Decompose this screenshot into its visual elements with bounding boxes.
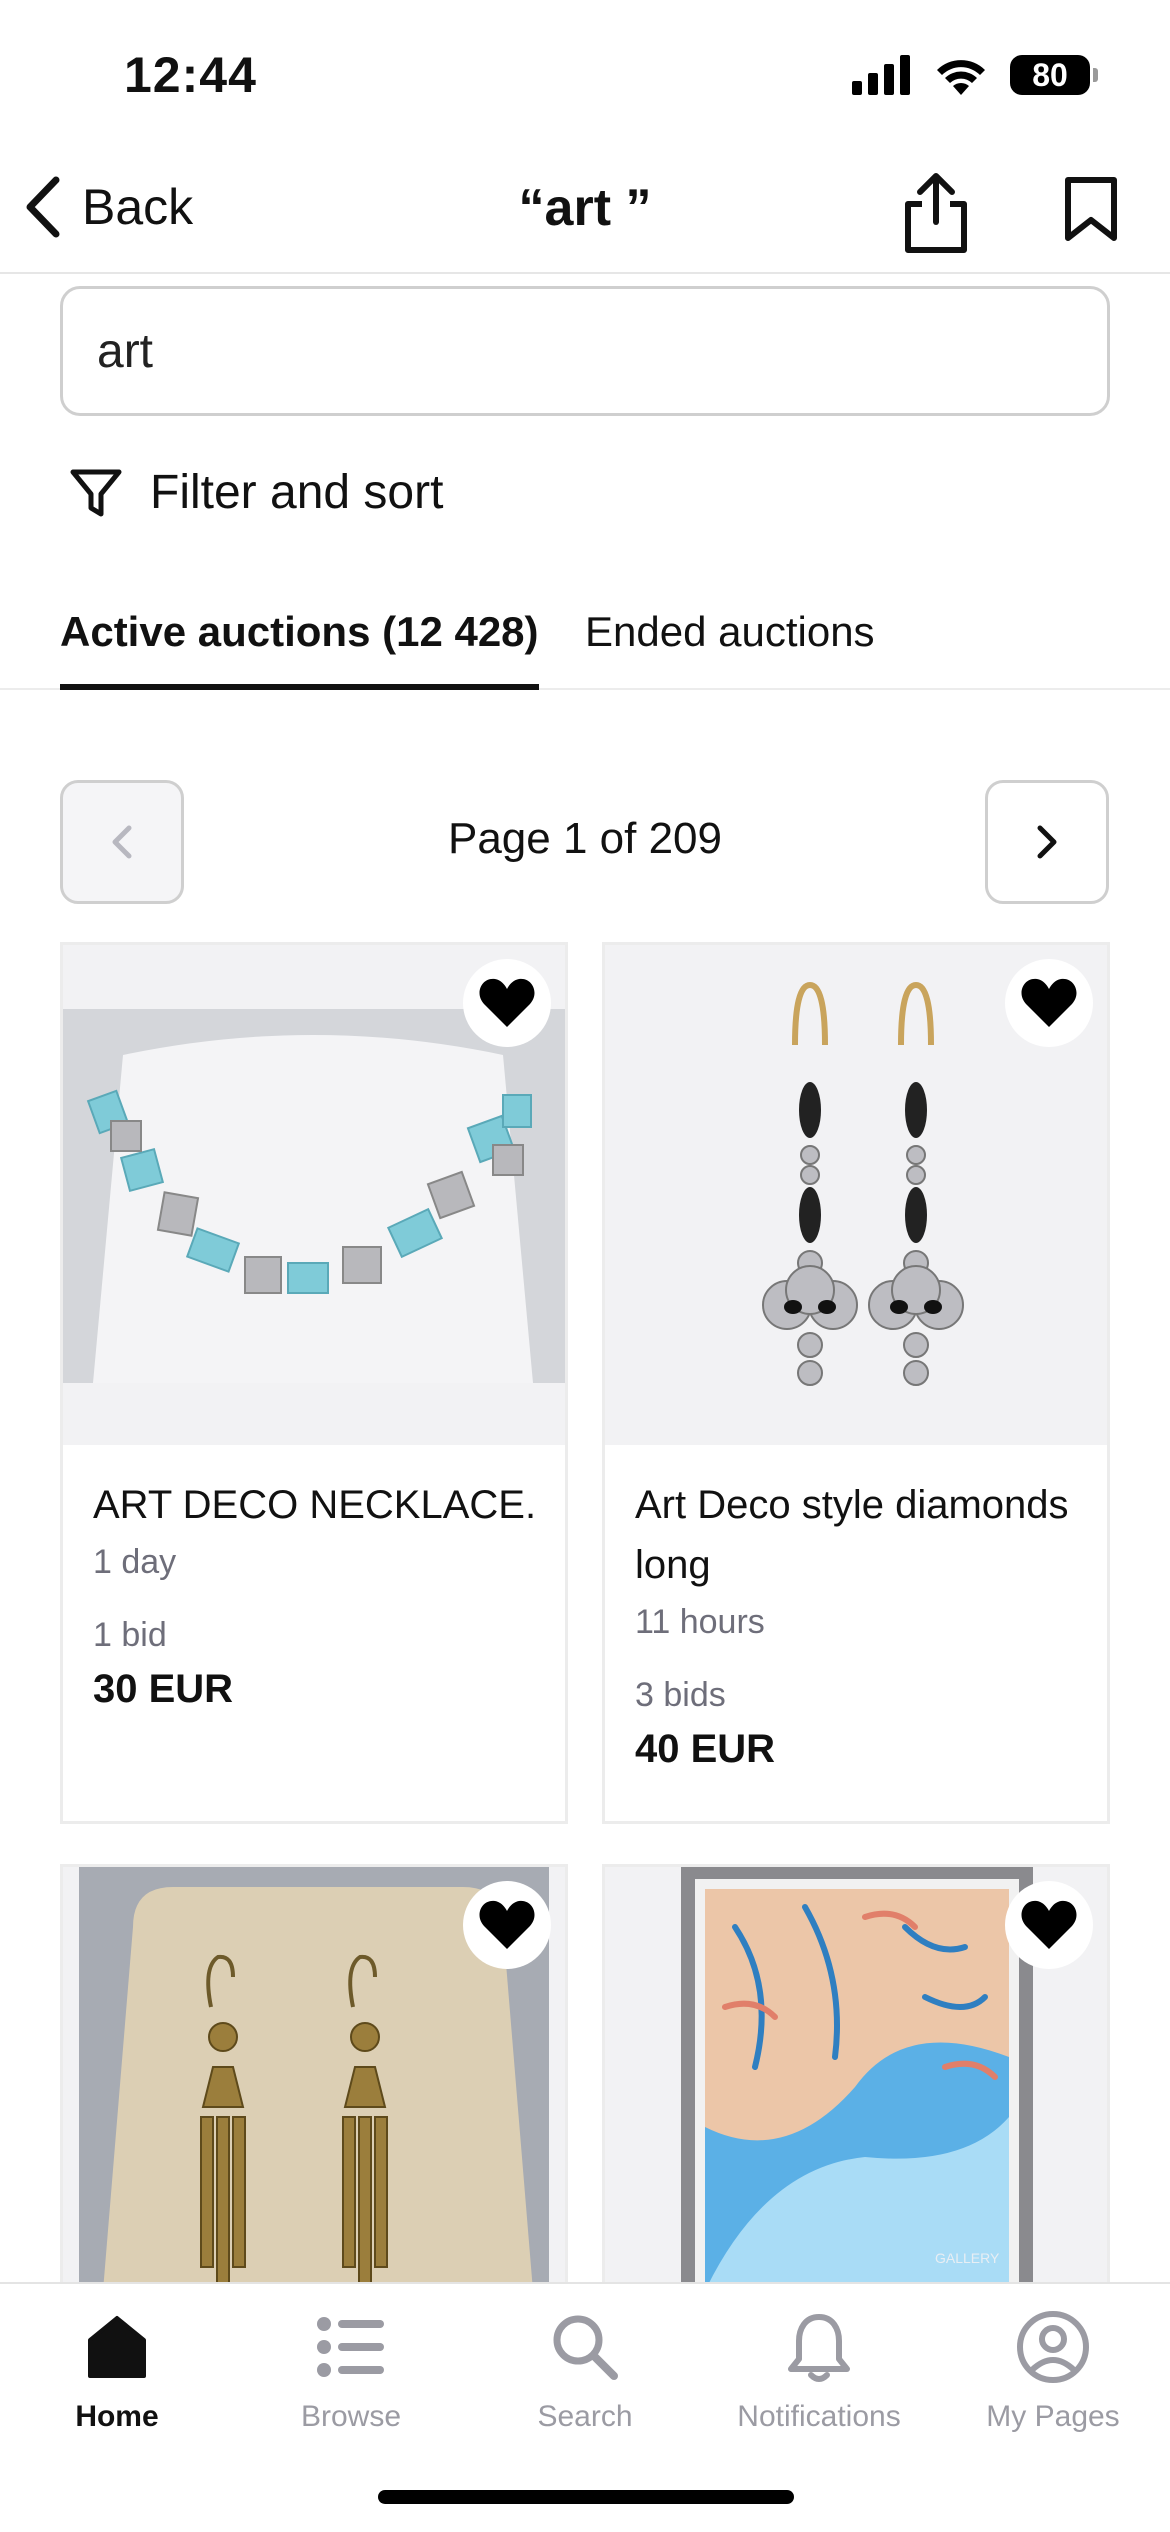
favorite-button[interactable] — [463, 959, 551, 1047]
listing-price: 40 EUR — [635, 1727, 776, 1771]
listing-bids: 1 bid — [93, 1616, 167, 1654]
tab-browse[interactable]: Browse — [234, 2302, 468, 2434]
listing-card[interactable]: ART DECO NECKLACE. 1 day 1 bid 30 EUR — [60, 942, 568, 1824]
favorite-button[interactable] — [1005, 1881, 1093, 1969]
status-icons: 80 — [852, 55, 1098, 95]
home-icon — [88, 2316, 146, 2378]
search-input-value: art — [97, 324, 154, 378]
tab-ended-auctions[interactable]: Ended auctions — [585, 608, 875, 684]
listing-price: 30 EUR — [93, 1667, 234, 1711]
tab-my-pages[interactable]: My Pages — [936, 2302, 1170, 2434]
home-indicator — [378, 2490, 794, 2504]
wifi-icon — [937, 60, 985, 95]
chevron-right-icon — [1037, 825, 1057, 859]
tab-notifications-label: Notifications — [737, 2400, 901, 2433]
page-title: “art ” — [518, 179, 652, 237]
bookmark-icon — [1065, 177, 1117, 241]
status-time: 12:44 — [124, 47, 257, 103]
listing-card[interactable]: GALLERY — [602, 1864, 1110, 2294]
user-circle-icon — [1017, 2311, 1089, 2383]
tab-home-label: Home — [75, 2400, 159, 2433]
heart-icon — [1021, 1900, 1077, 1949]
share-icon — [905, 173, 967, 253]
bell-icon — [788, 2314, 850, 2382]
listing-title: Art Deco style diamonds long — [635, 1483, 1069, 1587]
heart-icon — [479, 1900, 535, 1949]
painting-gallery-text: GALLERY — [935, 2250, 1000, 2266]
tab-notifications[interactable]: Notifications — [702, 2302, 936, 2434]
listing-details: ART DECO NECKLACE. 1 day 1 bid 30 EUR — [93, 1475, 545, 1712]
listing-time-left: 11 hours — [635, 1603, 765, 1641]
list-icon — [317, 2317, 384, 2377]
tab-search[interactable]: Search — [468, 2302, 702, 2434]
battery-indicator: 80 — [1010, 55, 1098, 95]
favorite-button[interactable] — [1005, 959, 1093, 1047]
listing-time-left: 1 day — [93, 1543, 177, 1581]
battery-level: 80 — [1032, 56, 1068, 93]
share-button[interactable] — [900, 172, 972, 259]
favorite-button[interactable] — [463, 1881, 551, 1969]
tab-my-pages-label: My Pages — [986, 2400, 1120, 2433]
tab-browse-label: Browse — [300, 2400, 402, 2433]
next-page-button[interactable] — [985, 780, 1109, 904]
heart-icon — [1021, 978, 1077, 1027]
nav-header: Back “art ” — [0, 150, 1170, 274]
listing-card[interactable]: Art Deco style diamonds long 11 hours 3 … — [602, 942, 1110, 1824]
listing-title: ART DECO NECKLACE. — [93, 1483, 537, 1527]
listing-card[interactable] — [60, 1864, 568, 2294]
auction-tabs: Active auctions (12 428) Ended auctions — [0, 586, 1170, 690]
search-input[interactable]: art — [60, 286, 1110, 416]
listing-details: Art Deco style diamonds long 11 hours 3 … — [635, 1475, 1087, 1772]
filter-icon — [70, 469, 122, 517]
tab-home[interactable]: Home — [0, 2302, 234, 2434]
tab-active-auctions[interactable]: Active auctions (12 428) — [60, 608, 539, 690]
filter-sort-button[interactable]: Filter and sort — [68, 464, 443, 520]
tab-search-label: Search — [537, 2400, 633, 2433]
listing-bids: 3 bids — [635, 1676, 726, 1714]
heart-icon — [479, 978, 535, 1027]
signal-icon — [852, 55, 910, 95]
search-icon — [553, 2315, 618, 2380]
status-bar: 12:44 80 — [0, 0, 1170, 150]
bookmark-button[interactable] — [1062, 176, 1120, 247]
filter-sort-label: Filter and sort — [150, 465, 444, 519]
